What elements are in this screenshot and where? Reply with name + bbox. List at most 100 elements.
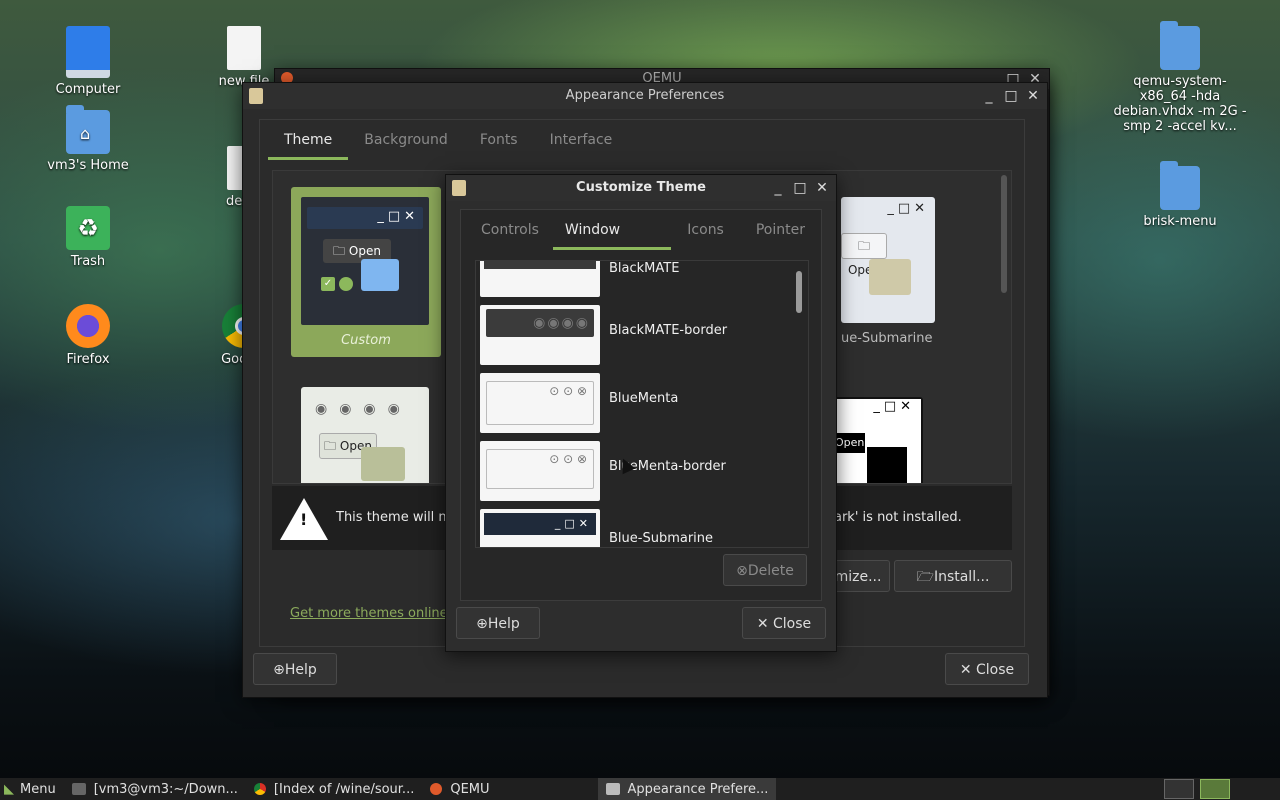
tab-fonts[interactable]: Fonts: [464, 120, 534, 160]
install-label: Install...: [933, 569, 990, 585]
open-button-preview: 🗀 Open: [841, 233, 887, 277]
customize-panel: Controls Window Border Icons Pointer Bla…: [460, 209, 822, 601]
warning-text-right: ark' is not installed.: [834, 510, 962, 525]
list-item[interactable]: ⊙ ⊙ ⊗ BlueMenta-border: [476, 437, 796, 505]
desktop-icon-firefox[interactable]: Firefox: [38, 304, 138, 367]
taskbar-item-appearance[interactable]: Appearance Prefere...: [597, 778, 777, 800]
close-label: Close: [976, 662, 1015, 678]
taskbar: ◣ Menu [vm3@vm3:~/Down... [Index of /win…: [0, 778, 1280, 800]
list-item-label: BlackMATE: [609, 261, 680, 276]
close-icon: ✕: [959, 662, 977, 678]
window-buttons-icon: _□✕: [835, 399, 921, 421]
folder-open-icon: 🗁: [916, 569, 934, 585]
minimize-icon[interactable]: _: [770, 180, 786, 196]
desktop-icon-label: vm3's Home: [47, 158, 129, 173]
tab-window-border[interactable]: Window Border: [552, 210, 672, 278]
theme-preview: [480, 261, 600, 297]
close-button[interactable]: ✕ Close: [742, 607, 826, 639]
open-button-preview: Open: [835, 433, 865, 453]
install-button[interactable]: 🗁Install...: [894, 560, 1012, 592]
list-scrollbar[interactable]: [796, 271, 802, 313]
customize-app-icon: [452, 180, 466, 196]
desktop-icon-label: Trash: [70, 254, 106, 269]
appearance-title: Appearance Preferences: [243, 83, 1047, 109]
theme-preview: _□✕ 🗀 Open ✓: [301, 197, 429, 325]
desktop-icon-home[interactable]: ⌂ vm3's Home: [38, 105, 138, 173]
tab-icons[interactable]: Icons: [671, 210, 740, 250]
window-buttons-icon: _□✕: [484, 513, 596, 535]
desktop-icon-label: brisk-menu: [1143, 214, 1217, 229]
theme-preview: _□✕: [480, 509, 600, 547]
list-item[interactable]: ◉◉◉◉ BlackMATE-border: [476, 301, 796, 369]
taskbar-item-label: [Index of /wine/sour...: [273, 781, 415, 797]
home-folder-icon: ⌂: [66, 105, 110, 154]
theme-item-4[interactable]: _□✕ Open: [833, 397, 923, 483]
firefox-icon: [66, 304, 110, 348]
delete-icon: ⊗: [736, 563, 748, 579]
list-item[interactable]: BlackMATE: [476, 261, 796, 301]
workspace-2-icon[interactable]: [1200, 779, 1230, 799]
list-item[interactable]: _□✕ Blue-Submarine: [476, 505, 796, 547]
help-label: Help: [284, 662, 317, 678]
maximize-icon[interactable]: □: [1003, 88, 1019, 104]
tab-interface[interactable]: Interface: [534, 120, 629, 160]
theme-grid-scrollbar[interactable]: [1001, 175, 1007, 293]
list-item-label: BlackMATE-border: [609, 323, 728, 338]
desktop-icon-qemu-folder[interactable]: qemu-system-x86_64 -hda debian.vhdx -m 2…: [1110, 21, 1250, 134]
taskbar-item-terminal[interactable]: [vm3@vm3:~/Down...: [64, 778, 246, 800]
tab-theme[interactable]: Theme: [268, 120, 349, 160]
qemu-icon: [430, 783, 443, 795]
desktop-icon-label: Computer: [55, 82, 121, 97]
appearance-app-icon: [249, 88, 263, 104]
close-label: Close: [773, 616, 812, 632]
window-buttons-icon: _□✕: [887, 201, 929, 216]
folder-icon: [361, 259, 399, 291]
folder-icon: [865, 445, 909, 483]
customize-tabs: Controls Window Border Icons Pointer: [467, 210, 821, 278]
computer-icon: [66, 26, 110, 78]
tab-pointer[interactable]: Pointer: [740, 210, 821, 250]
workspace-1-icon[interactable]: [1164, 779, 1194, 799]
help-button[interactable]: ⊕Help: [253, 653, 337, 685]
theme-label: Custom: [341, 333, 391, 348]
window-buttons-icon: ◉◉◉◉: [486, 309, 594, 337]
desktop-icon-brisk-menu[interactable]: brisk-menu: [1130, 161, 1230, 229]
tab-background[interactable]: Background: [348, 120, 464, 160]
theme-preview: ◉◉◉◉: [480, 305, 600, 365]
folder-icon: [1160, 21, 1200, 70]
close-button[interactable]: ✕ Close: [945, 653, 1029, 685]
desktop-icon-computer[interactable]: Computer: [38, 26, 138, 97]
theme-item-blue-submarine[interactable]: _□✕ 🗀 Open: [841, 197, 935, 323]
help-icon: ⊕: [273, 662, 285, 678]
get-more-themes-link[interactable]: Get more themes online: [290, 606, 448, 621]
taskbar-item-label: [vm3@vm3:~/Down...: [93, 781, 238, 797]
delete-button[interactable]: ⊗Delete: [723, 554, 807, 586]
close-icon[interactable]: ✕: [1025, 88, 1041, 104]
maximize-icon[interactable]: □: [792, 180, 808, 196]
desktop-icon-label: qemu-system-x86_64 -hda debian.vhdx -m 2…: [1113, 74, 1247, 134]
folder-icon: [361, 447, 405, 481]
theme-item-custom[interactable]: _□✕ 🗀 Open ✓ Custom: [291, 187, 441, 357]
list-item[interactable]: ⊙ ⊙ ⊗ BlueMenta: [476, 369, 796, 437]
close-icon: ✕: [756, 616, 774, 632]
desktop-icon-trash[interactable]: ♻ Trash: [38, 206, 138, 269]
terminal-icon: [71, 783, 86, 795]
warning-text: This theme will no: [336, 510, 455, 525]
menu-label: Menu: [20, 781, 56, 797]
help-button[interactable]: ⊕Help: [456, 607, 540, 639]
window-buttons-icon: ⊙ ⊙ ⊗: [486, 449, 594, 489]
minimize-icon[interactable]: _: [981, 88, 997, 104]
chrome-icon: [253, 783, 266, 795]
close-icon[interactable]: ✕: [814, 180, 830, 196]
file-icon: [227, 26, 261, 70]
taskbar-item-browser[interactable]: [Index of /wine/sour...: [246, 778, 422, 800]
taskbar-item-qemu[interactable]: QEMU: [422, 778, 497, 800]
list-item-label: Blue-Submarine: [609, 531, 714, 546]
tab-controls[interactable]: Controls: [467, 210, 553, 250]
help-label: Help: [487, 616, 520, 632]
taskbar-item-label: QEMU: [450, 781, 490, 797]
checkbox-icon: ✓: [321, 277, 335, 291]
menu-button[interactable]: ◣ Menu: [0, 778, 64, 800]
theme-item-2[interactable]: ◉◉◉◉ 🗀 Open: [301, 387, 429, 483]
folder-icon: [1160, 161, 1200, 210]
